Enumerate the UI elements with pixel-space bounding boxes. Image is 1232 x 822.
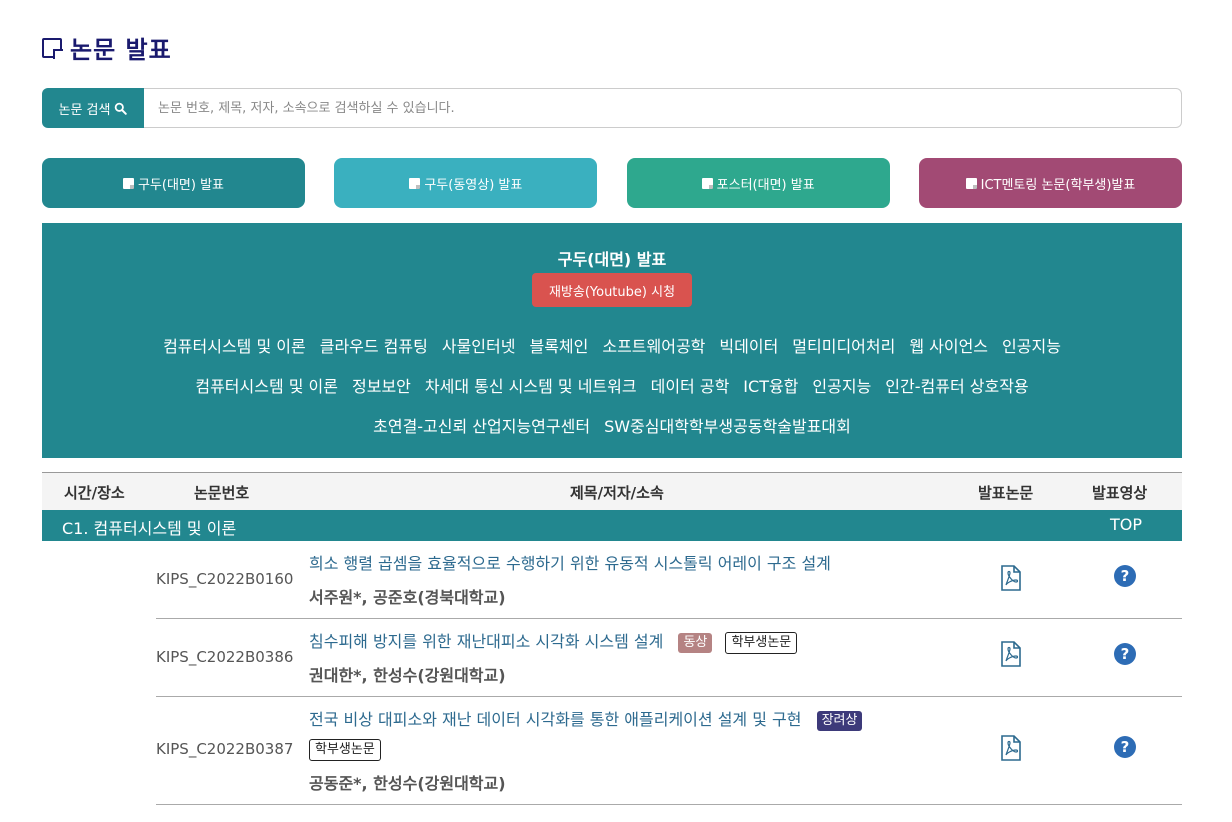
- question-circle-icon[interactable]: ?: [1114, 643, 1136, 665]
- session-link[interactable]: 웹 사이언스: [909, 336, 988, 358]
- pdf-icon[interactable]: [1000, 735, 1022, 761]
- session-link[interactable]: 인간-컴퓨터 상호작용: [885, 376, 1028, 398]
- top-link[interactable]: TOP: [1110, 515, 1142, 534]
- page-title-text: 논문 발표: [70, 36, 172, 64]
- paper-id: KIPS_C2022B0386: [156, 648, 294, 666]
- session-link[interactable]: 컴퓨터시스템 및 이론: [163, 336, 306, 358]
- search-label: 논문 검색: [42, 88, 144, 128]
- search-bar: 논문 검색: [42, 88, 1182, 128]
- session-link[interactable]: 사물인터넷: [442, 336, 516, 358]
- note-icon: [122, 177, 134, 189]
- note-icon: [42, 37, 63, 59]
- header-time: 시간/장소: [64, 484, 125, 502]
- paper-title-line: 침수피해 방지를 위한 재난대피소 시각화 시스템 설계 동상 학부생논문: [309, 631, 949, 654]
- oral-video-button[interactable]: 구두(동영상) 발표: [334, 158, 598, 208]
- session-link[interactable]: ICT융합: [743, 376, 798, 398]
- session-links: 컴퓨터시스템 및 이론 클라우드 컴퓨팅 사물인터넷 블록체인 소프트웨어공학 …: [82, 336, 1142, 438]
- section-title: C1. 컴퓨터시스템 및 이론: [62, 519, 237, 538]
- paper-id: KIPS_C2022B0387: [156, 740, 294, 758]
- header-video: 발표영상: [1092, 484, 1148, 502]
- paper-title-line: 희소 행렬 곱셈을 효율적으로 수행하기 위한 유동적 시스톨릭 어레이 구조 …: [309, 553, 949, 575]
- session-panel: 구두(대면) 발표 재방송(Youtube) 시청 컴퓨터시스템 및 이론 클라…: [42, 223, 1182, 458]
- badge-undergrad: 학부생논문: [725, 632, 798, 654]
- paper-id: KIPS_C2022B0160: [156, 570, 294, 588]
- session-link[interactable]: 빅데이터: [719, 336, 778, 358]
- paper-title[interactable]: 희소 행렬 곱셈을 효율적으로 수행하기 위한 유동적 시스톨릭 어레이 구조 …: [309, 554, 831, 573]
- note-icon: [701, 177, 713, 189]
- session-link[interactable]: 블록체인: [529, 336, 588, 358]
- oral-inperson-button[interactable]: 구두(대면) 발표: [42, 158, 305, 208]
- session-link[interactable]: 정보보안: [352, 376, 411, 398]
- button-label: 구두(동영상) 발표: [424, 177, 523, 193]
- badge-video-award: 동상: [678, 633, 713, 653]
- section-row: C1. 컴퓨터시스템 및 이론 TOP: [42, 510, 1182, 541]
- session-link[interactable]: 데이터 공학: [651, 376, 730, 398]
- paper-title-line: 전국 비상 대피소와 재난 데이터 시각화를 통한 애플리케이션 설계 및 구현…: [309, 709, 929, 761]
- question-circle-icon[interactable]: ?: [1114, 736, 1136, 758]
- paper-authors: 공동준*, 한성수(강원대학교): [309, 774, 506, 793]
- session-link[interactable]: 컴퓨터시스템 및 이론: [195, 376, 338, 398]
- session-link[interactable]: 인공지능: [812, 376, 871, 398]
- header-paper: 발표논문: [978, 484, 1034, 502]
- search-label-text: 논문 검색: [58, 102, 111, 118]
- table-row: KIPS_C2022B0386 침수피해 방지를 위한 재난대피소 시각화 시스…: [156, 619, 1182, 697]
- session-link[interactable]: SW중심대학학부생공동학술발표대회: [604, 416, 851, 438]
- session-link[interactable]: 소프트웨어공학: [602, 336, 705, 358]
- search-icon: [115, 102, 128, 115]
- search-input[interactable]: [144, 88, 1182, 128]
- question-circle-icon[interactable]: ?: [1114, 565, 1136, 587]
- table-row: KIPS_C2022B0387 전국 비상 대피소와 재난 데이터 시각화를 통…: [156, 697, 1182, 805]
- poster-inperson-button[interactable]: 포스터(대면) 발표: [626, 158, 890, 208]
- note-icon: [965, 177, 977, 189]
- paper-authors: 권대한*, 한성수(강원대학교): [309, 666, 506, 685]
- table-header: 시간/장소 논문번호 제목/저자/소속 발표논문 발표영상: [42, 472, 1182, 510]
- table-row: KIPS_C2022B0160 희소 행렬 곱셈을 효율적으로 수행하기 위한 …: [156, 541, 1182, 619]
- session-link[interactable]: 멀티미디어처리: [792, 336, 895, 358]
- badge-undergrad: 학부생논문: [309, 739, 381, 761]
- session-link[interactable]: 차세대 통신 시스템 및 네트워크: [425, 376, 637, 398]
- button-label: 포스터(대면) 발표: [716, 177, 815, 193]
- session-link[interactable]: 인공지능: [1002, 336, 1061, 358]
- panel-title: 구두(대면) 발표: [557, 250, 667, 269]
- replay-youtube-button[interactable]: 재방송(Youtube) 시청: [532, 273, 692, 307]
- badge-encouragement-award: 장려상: [816, 711, 863, 731]
- page-title: 논문 발표: [42, 30, 172, 65]
- ict-mentoring-button[interactable]: ICT멘토링 논문(학부생)발표: [918, 158, 1182, 208]
- session-link[interactable]: 초연결-고신뢰 산업지능연구센터: [373, 416, 590, 438]
- note-icon: [409, 177, 421, 189]
- header-id: 논문번호: [194, 484, 250, 502]
- paper-authors: 서주원*, 공준호(경북대학교): [309, 588, 506, 607]
- paper-title[interactable]: 전국 비상 대피소와 재난 데이터 시각화를 통한 애플리케이션 설계 및 구현: [309, 710, 801, 729]
- paper-title[interactable]: 침수피해 방지를 위한 재난대피소 시각화 시스템 설계: [309, 632, 663, 651]
- pdf-icon[interactable]: [1000, 565, 1022, 591]
- header-title: 제목/저자/소속: [570, 484, 664, 502]
- button-label: ICT멘토링 논문(학부생)발표: [980, 177, 1136, 193]
- category-buttons: 구두(대면) 발표 구두(동영상) 발표 포스터(대면) 발표 ICT멘토링 논…: [42, 158, 1182, 208]
- button-label: 구두(대면) 발표: [137, 177, 225, 193]
- session-link[interactable]: 클라우드 컴퓨팅: [320, 336, 428, 358]
- pdf-icon[interactable]: [1000, 641, 1022, 667]
